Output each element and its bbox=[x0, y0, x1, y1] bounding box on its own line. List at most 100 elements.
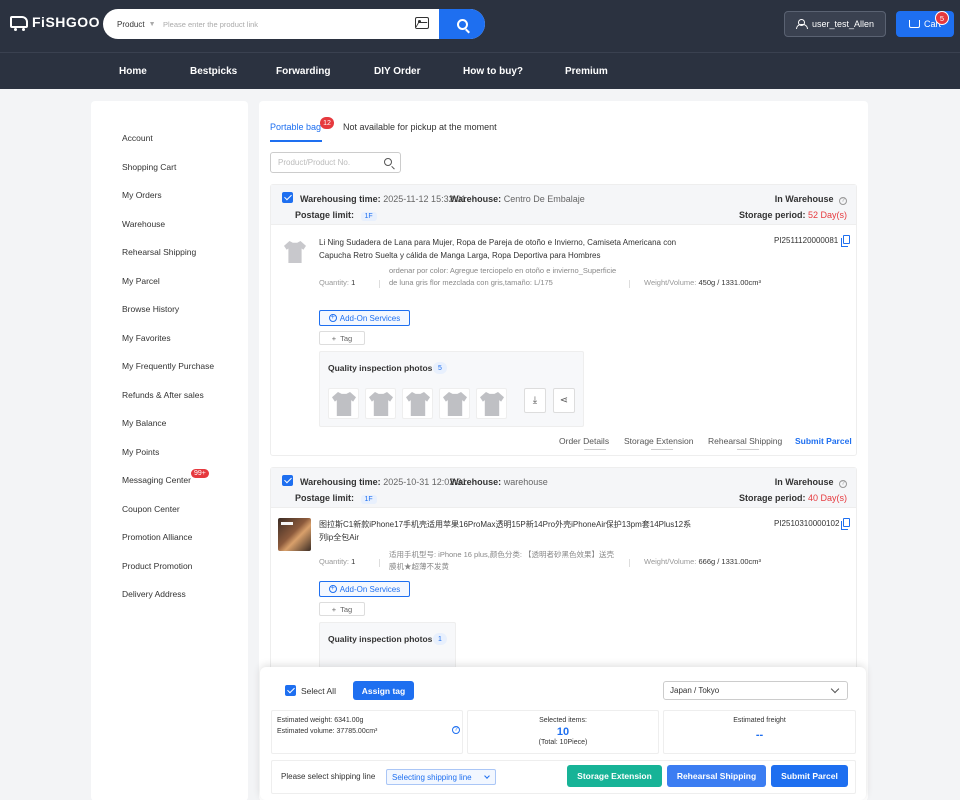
nav-forwarding[interactable]: Forwarding bbox=[276, 66, 330, 77]
parcel-card-header: Warehousing time: 2025-10-31 12:02:31 Wa… bbox=[271, 468, 856, 508]
nav-premium[interactable]: Premium bbox=[565, 66, 608, 77]
warehousing-time-label: Warehousing time: bbox=[300, 194, 381, 204]
sidebar-item-my-points[interactable]: My Points bbox=[122, 447, 159, 457]
order-details-link[interactable]: Order Details bbox=[559, 436, 609, 446]
add-on-services-button[interactable]: + Add-On Services bbox=[319, 310, 410, 326]
sidebar-item-shopping-cart[interactable]: Shopping Cart bbox=[122, 162, 176, 172]
warehousing-time-label: Warehousing time: bbox=[300, 477, 381, 487]
add-on-services-button[interactable]: + Add-On Services bbox=[319, 581, 410, 597]
weight-volume-label: Weight/Volume: bbox=[644, 278, 697, 287]
parcel-card: Warehousing time: 2025-11-12 15:32:01 Wa… bbox=[270, 184, 857, 456]
warehouse-value: warehouse bbox=[503, 477, 548, 487]
plus-icon: + bbox=[331, 333, 337, 343]
sidebar-item-coupon-center[interactable]: Coupon Center bbox=[122, 504, 180, 514]
search-type-dropdown[interactable]: Product ▼ bbox=[103, 20, 163, 29]
divider bbox=[629, 280, 630, 288]
rehearsal-shipping-button[interactable]: Rehearsal Shipping bbox=[667, 765, 766, 787]
help-icon[interactable]: ? bbox=[839, 480, 847, 488]
quantity-value: 1 bbox=[351, 278, 356, 287]
sidebar-item-refunds[interactable]: Refunds & After sales bbox=[122, 390, 204, 400]
product-title[interactable]: 图拉斯C1新款iPhone17手机壳适用苹果16ProMax透明15P新14Pr… bbox=[319, 518, 697, 544]
hoodie-image bbox=[443, 392, 467, 416]
sidebar-item-my-orders[interactable]: My Orders bbox=[122, 190, 162, 200]
nav-diy-order[interactable]: DIY Order bbox=[374, 66, 421, 77]
add-tag-button[interactable]: + Tag bbox=[319, 602, 365, 616]
selected-items-value: 10 bbox=[556, 726, 570, 738]
region-select[interactable]: Japan / Tokyo bbox=[663, 681, 848, 700]
nav-home[interactable]: Home bbox=[119, 66, 147, 77]
copy-icon[interactable] bbox=[841, 518, 850, 530]
main-nav: Home Bestpicks Forwarding DIY Order How … bbox=[0, 52, 960, 89]
sidebar-item-warehouse[interactable]: Warehouse bbox=[122, 219, 165, 229]
sidebar-item-messaging-center[interactable]: Messaging Center bbox=[122, 475, 191, 485]
qi-photo[interactable] bbox=[328, 388, 359, 419]
help-icon[interactable]: ? bbox=[839, 197, 847, 205]
warehouse-label: Warehouse: bbox=[450, 477, 502, 487]
nav-bestpicks[interactable]: Bestpicks bbox=[190, 66, 237, 77]
sidebar-item-account[interactable]: Account bbox=[122, 133, 153, 143]
sidebar-item-my-parcel[interactable]: My Parcel bbox=[122, 276, 160, 286]
qi-photo[interactable] bbox=[476, 388, 507, 419]
in-warehouse-status: In Warehouse bbox=[774, 477, 834, 487]
sidebar-item-my-favorites[interactable]: My Favorites bbox=[122, 333, 171, 343]
warehouse-label: Warehouse: bbox=[450, 194, 502, 204]
submit-parcel-link[interactable]: Submit Parcel bbox=[795, 436, 852, 446]
copy-icon[interactable] bbox=[841, 235, 850, 247]
divider bbox=[651, 449, 673, 450]
share-icon[interactable]: ⋖ bbox=[553, 388, 575, 413]
tab-not-available[interactable]: Not available for pickup at the moment bbox=[343, 122, 497, 132]
divider bbox=[379, 280, 380, 288]
image-search-icon[interactable] bbox=[415, 17, 429, 29]
sidebar-item-my-balance[interactable]: My Balance bbox=[122, 418, 166, 428]
storage-period-value: 52 Day(s) bbox=[807, 210, 847, 220]
nav-how-to-buy[interactable]: How to buy? bbox=[463, 66, 523, 77]
parcel-checkbox[interactable] bbox=[282, 475, 293, 486]
hoodie-image bbox=[480, 392, 504, 416]
selected-items-label: Selected items: bbox=[539, 717, 587, 724]
product-no-input[interactable] bbox=[278, 158, 378, 167]
postage-limit-chip: 1F bbox=[360, 212, 377, 221]
parcel-checkbox[interactable] bbox=[282, 192, 293, 203]
assign-tag-button[interactable]: Assign tag bbox=[353, 681, 414, 700]
select-all-checkbox[interactable] bbox=[285, 685, 296, 696]
sidebar-item-browse-history[interactable]: Browse History bbox=[122, 304, 179, 314]
top-header: FiSHGOO Product ▼ user_test_Allen Cart 5 bbox=[0, 0, 960, 52]
search-button[interactable] bbox=[439, 9, 485, 39]
shipping-line-select[interactable]: Selecting shipping line bbox=[386, 769, 496, 785]
sidebar-item-frequently-purchase[interactable]: My Frequently Purchase bbox=[122, 361, 214, 371]
selected-items-box: Selected items: 10 (Total: 10Piece) bbox=[467, 710, 659, 754]
sidebar-item-promotion-alliance[interactable]: Promotion Alliance bbox=[122, 532, 192, 542]
account-sidebar: Account Shopping Cart My Orders Warehous… bbox=[91, 101, 248, 800]
divider bbox=[584, 449, 606, 450]
cart-icon bbox=[908, 20, 920, 28]
qi-photo[interactable] bbox=[402, 388, 433, 419]
product-link-input[interactable] bbox=[163, 19, 393, 29]
estimated-freight-label: Estimated freight bbox=[733, 717, 786, 724]
sidebar-item-product-promotion[interactable]: Product Promotion bbox=[122, 561, 192, 571]
search-icon[interactable] bbox=[384, 158, 392, 166]
sidebar-item-rehearsal-shipping[interactable]: Rehearsal Shipping bbox=[122, 247, 196, 257]
download-icon[interactable]: ⤓ bbox=[524, 388, 546, 413]
select-all-label[interactable]: Select All bbox=[301, 686, 336, 696]
rehearsal-shipping-link[interactable]: Rehearsal Shipping bbox=[708, 436, 782, 446]
truck-logo-icon bbox=[10, 16, 28, 31]
selected-items-total: (Total: 10Piece) bbox=[538, 739, 588, 746]
submit-parcel-button[interactable]: Submit Parcel bbox=[771, 765, 848, 787]
qi-photo[interactable] bbox=[365, 388, 396, 419]
quantity-label: Quantity: bbox=[319, 557, 350, 566]
add-tag-button[interactable]: + Tag bbox=[319, 331, 365, 345]
storage-extension-link[interactable]: Storage Extension bbox=[624, 436, 693, 446]
product-title[interactable]: Li Ning Sudadera de Lana para Mujer, Rop… bbox=[319, 236, 697, 262]
logo[interactable]: FiSHGOO bbox=[10, 14, 100, 31]
qi-photo[interactable] bbox=[439, 388, 470, 419]
in-warehouse-status: In Warehouse bbox=[774, 194, 834, 204]
cart-count-badge: 5 bbox=[935, 11, 949, 25]
storage-extension-button[interactable]: Storage Extension bbox=[567, 765, 662, 787]
sidebar-item-delivery-address[interactable]: Delivery Address bbox=[122, 589, 186, 599]
product-thumbnail[interactable] bbox=[278, 518, 311, 551]
user-account-button[interactable]: user_test_Allen bbox=[784, 11, 886, 37]
product-thumbnail[interactable] bbox=[281, 238, 309, 266]
product-no-search bbox=[270, 152, 401, 173]
help-icon[interactable]: ? bbox=[452, 726, 460, 734]
tab-portable-bag[interactable]: Portable bag bbox=[270, 122, 321, 132]
